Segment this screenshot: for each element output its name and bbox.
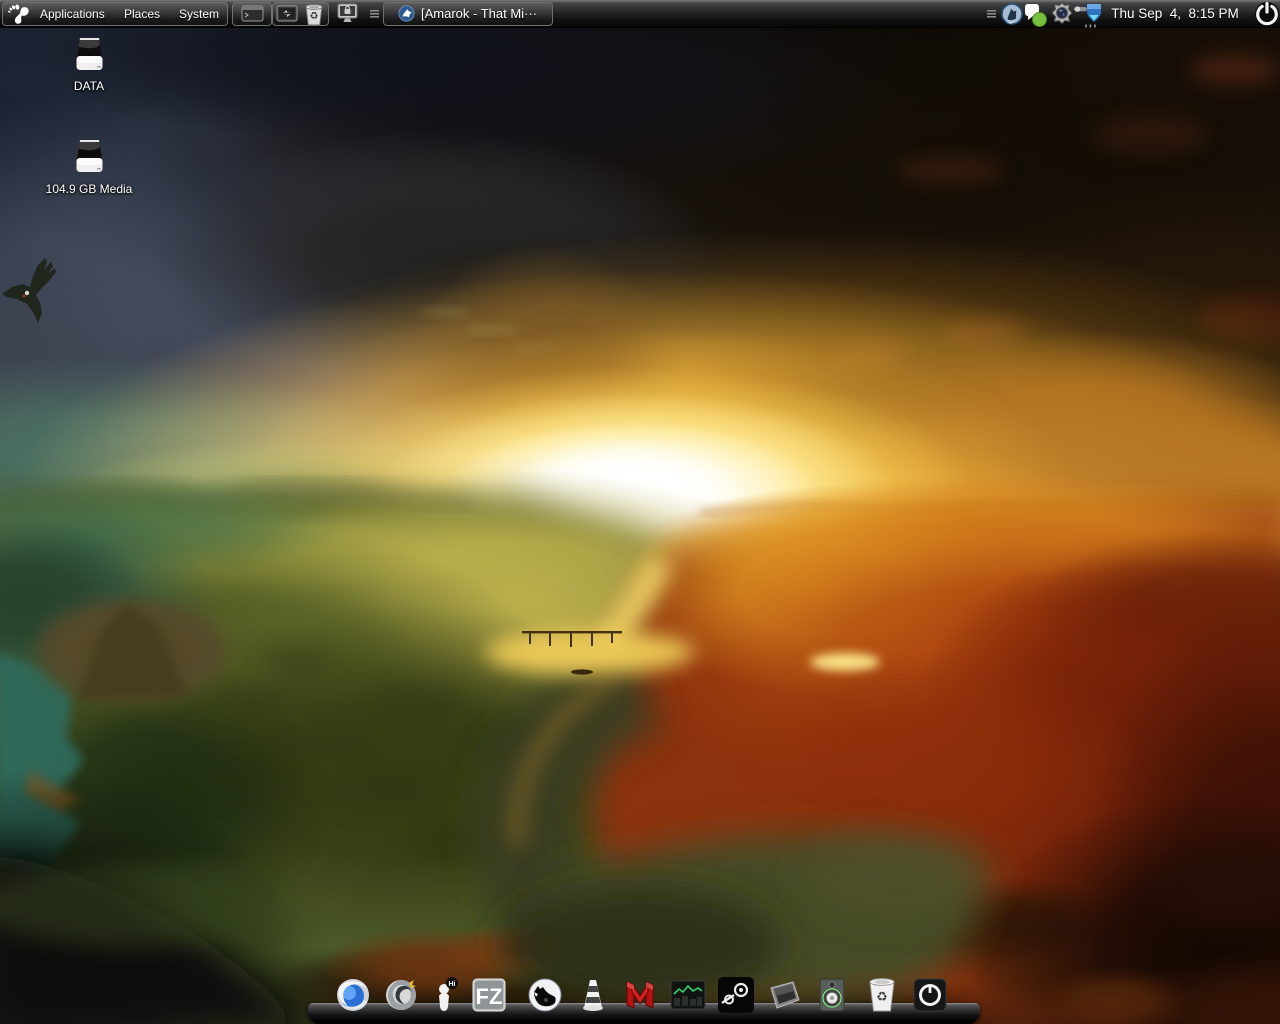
svg-text:♻: ♻	[310, 11, 319, 22]
svg-text:♻: ♻	[876, 989, 888, 1004]
svg-text:FZ: FZ	[476, 984, 503, 1009]
svg-text:Hi: Hi	[449, 981, 456, 988]
